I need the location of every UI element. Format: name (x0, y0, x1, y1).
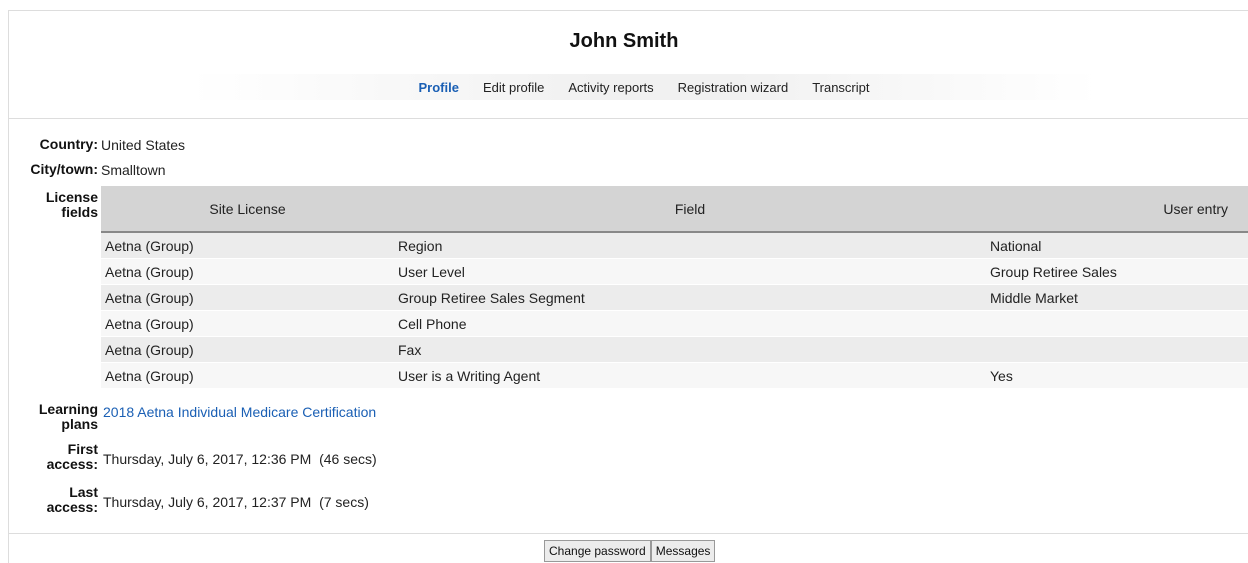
page-title: John Smith (569, 30, 679, 52)
license-label-line2: fields (61, 204, 98, 220)
col-field: Field (394, 186, 986, 233)
license-fields-label: License fields (0, 190, 98, 220)
table-row: Aetna (Group) Group Retiree Sales Segmen… (101, 284, 1248, 311)
cell-user-entry: Middle Market (986, 284, 1248, 311)
last-access-label: Last access: (0, 485, 98, 515)
table-row: Aetna (Group) Fax (101, 336, 1248, 363)
city-value: Smalltown (101, 162, 166, 178)
learning-plan-link[interactable]: 2018 Aetna Individual Medicare Certifica… (103, 404, 376, 420)
city-label: City/town: (30, 161, 98, 177)
tab-profile[interactable]: Profile (407, 80, 471, 95)
license-label-line1: License (45, 189, 98, 205)
last-label-line2: access: (46, 499, 98, 515)
tab-activity-reports[interactable]: Activity reports (556, 80, 665, 95)
cell-field: Region (394, 232, 986, 259)
learning-label-line2: plans (61, 416, 98, 432)
first-access-label: First access: (0, 442, 98, 472)
learning-plans-label: Learning plans (0, 402, 98, 432)
tab-bar: Profile Edit profile Activity reports Re… (190, 74, 1098, 100)
cell-field: Fax (394, 336, 986, 363)
table-row: Aetna (Group) User Level Group Retiree S… (101, 258, 1248, 285)
cell-site-license: Aetna (Group) (101, 336, 394, 363)
last-label-line1: Last (69, 484, 98, 500)
table-row: Aetna (Group) Cell Phone (101, 310, 1248, 337)
license-table: Site License Field User entry Aetna (Gro… (101, 186, 1248, 389)
cell-user-entry (986, 336, 1248, 363)
cell-site-license: Aetna (Group) (101, 258, 394, 285)
tab-transcript[interactable]: Transcript (800, 80, 881, 95)
cell-field: User Level (394, 258, 986, 285)
first-label-line1: First (67, 441, 98, 457)
cell-site-license: Aetna (Group) (101, 284, 394, 311)
button-group: Change password Messages (544, 540, 716, 562)
messages-button[interactable]: Messages (650, 540, 716, 562)
cell-user-entry: National (986, 232, 1248, 259)
country-label: Country: (39, 136, 98, 152)
cell-user-entry: Yes (986, 362, 1248, 389)
cell-user-entry: Group Retiree Sales (986, 258, 1248, 285)
col-site-license: Site License (101, 186, 394, 233)
cell-field: User is a Writing Agent (394, 362, 986, 389)
col-user-entry: User entry (986, 186, 1248, 233)
learning-label-line1: Learning (38, 401, 98, 417)
table-row: Aetna (Group) User is a Writing Agent Ye… (101, 362, 1248, 389)
cell-site-license: Aetna (Group) (101, 310, 394, 337)
tab-registration-wizard[interactable]: Registration wizard (666, 80, 801, 95)
divider-bottom (8, 533, 1248, 534)
first-access-value: Thursday, July 6, 2017, 12:36 PM (46 sec… (103, 451, 377, 467)
first-label-line2: access: (46, 456, 98, 472)
license-table-header: Site License Field User entry (101, 186, 1248, 233)
cell-field: Group Retiree Sales Segment (394, 284, 986, 311)
last-access-value: Thursday, July 6, 2017, 12:37 PM (7 secs… (103, 494, 369, 510)
cell-site-license: Aetna (Group) (101, 232, 394, 259)
table-row: Aetna (Group) Region National (101, 232, 1248, 259)
divider-top (8, 118, 1248, 119)
change-password-button[interactable]: Change password (544, 540, 651, 562)
cell-user-entry (986, 310, 1248, 337)
country-value: United States (101, 137, 186, 153)
cell-site-license: Aetna (Group) (101, 362, 394, 389)
tab-edit-profile[interactable]: Edit profile (471, 80, 556, 95)
cell-field: Cell Phone (394, 310, 986, 337)
